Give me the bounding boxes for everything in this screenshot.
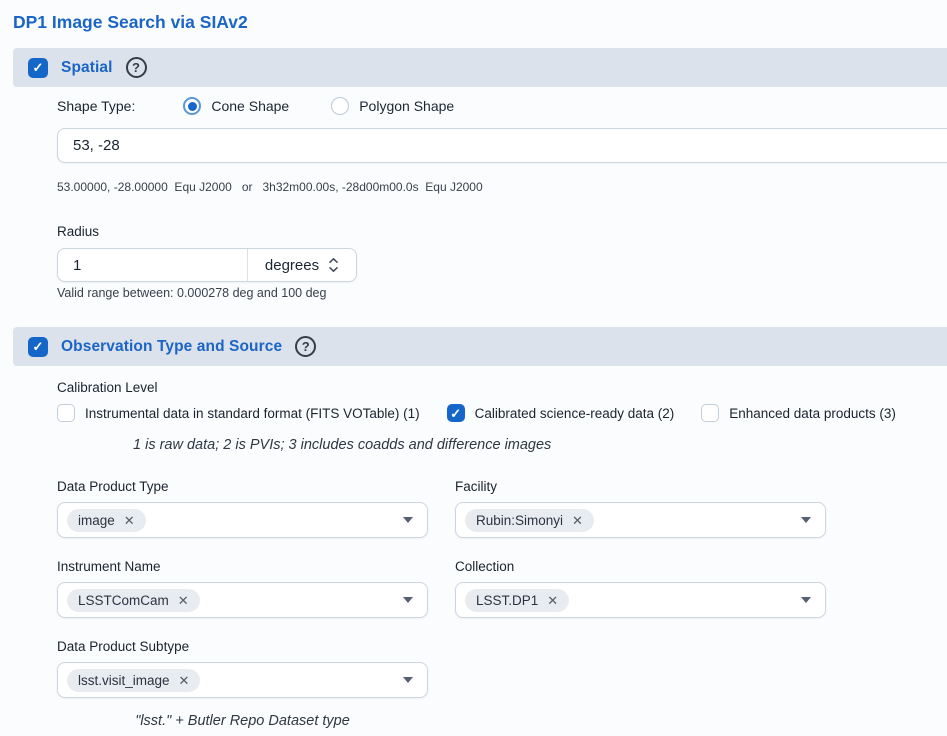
spatial-help-icon[interactable]: ? [126,57,147,78]
collection-label: Collection [455,559,826,574]
check-icon: ✓ [33,340,44,353]
radio-button-icon [183,97,201,115]
chip-label: LSSTComCam [78,593,169,608]
data-product-type-combobox[interactable]: image ✕ [57,502,428,538]
position-coordinates-input[interactable]: 53, -28 [57,128,947,163]
observation-help-icon[interactable]: ? [295,336,316,357]
checkbox-enhanced-products[interactable]: ✓ Enhanced data products (3) [701,404,896,422]
chip-remove-icon[interactable]: ✕ [178,594,189,607]
observation-fields-grid: Data Product Type image ✕ Facility Rubin… [57,479,947,698]
checkbox-icon: ✓ [701,404,719,422]
chevron-down-icon [403,597,413,603]
selected-value-chip: Rubin:Simonyi ✕ [465,509,594,532]
collection-combobox[interactable]: LSST.DP1 ✕ [455,582,826,618]
stepper-up-down-icon [328,256,339,274]
selected-value-chip: image ✕ [67,509,146,532]
radius-unit-select[interactable]: degrees [248,249,356,281]
calibration-level-label: Calibration Level [57,380,947,395]
selected-value-chip: lsst.visit_image ✕ [67,669,200,692]
spatial-enable-checkbox[interactable]: ✓ [28,58,48,78]
chip-remove-icon[interactable]: ✕ [179,674,190,687]
chip-remove-icon[interactable]: ✕ [572,514,583,527]
observation-section-header: ✓ Observation Type and Source ? [13,327,947,366]
radius-unit-value: degrees [265,257,319,274]
calibration-level-hint: 1 is raw data; 2 is PVIs; 3 includes coa… [133,437,947,453]
radio-cone-shape-label: Cone Shape [211,98,289,114]
checkbox-instrumental-data[interactable]: ✓ Instrumental data in standard format (… [57,404,420,422]
sia-search-form: DP1 Image Search via SIAv2 ✓ Spatial ? S… [0,0,947,736]
calibration-level-options: ✓ Instrumental data in standard format (… [57,404,947,422]
checkbox-instrumental-data-label: Instrumental data in standard format (FI… [85,406,420,421]
collection-field: Collection LSST.DP1 ✕ [455,559,826,618]
chevron-down-icon [403,677,413,683]
radio-button-icon [331,97,349,115]
radius-label: Radius [57,224,947,239]
data-product-subtype-combobox[interactable]: lsst.visit_image ✕ [57,662,428,698]
data-product-type-field: Data Product Type image ✕ [57,479,428,538]
shape-type-row: Shape Type: Cone Shape Polygon Shape [57,97,947,115]
chip-label: lsst.visit_image [78,673,170,688]
instrument-name-combobox[interactable]: LSSTComCam ✕ [57,582,428,618]
radio-cone-shape[interactable]: Cone Shape [183,97,289,115]
page-title: DP1 Image Search via SIAv2 [13,12,947,33]
check-icon: ✓ [33,61,44,74]
data-product-type-label: Data Product Type [57,479,428,494]
radius-value-input[interactable]: 1 [58,249,248,281]
grid-spacer [455,639,826,698]
checkbox-icon: ✓ [447,404,465,422]
selected-value-chip: LSSTComCam ✕ [67,589,200,612]
observation-section-title: Observation Type and Source [61,338,282,356]
chip-label: Rubin:Simonyi [476,513,563,528]
observation-enable-checkbox[interactable]: ✓ [28,337,48,357]
coordinates-hint: 53.00000, -28.00000 Equ J2000 or 3h32m00… [57,180,947,194]
facility-combobox[interactable]: Rubin:Simonyi ✕ [455,502,826,538]
shape-type-label: Shape Type: [57,98,135,114]
facility-label: Facility [455,479,826,494]
subtype-hint: "lsst." + Butler Repo Dataset type [57,713,428,729]
instrument-name-field: Instrument Name LSSTComCam ✕ [57,559,428,618]
checkbox-calibrated-data-label: Calibrated science-ready data (2) [475,406,675,421]
chevron-down-icon [801,517,811,523]
instrument-name-label: Instrument Name [57,559,428,574]
chevron-down-icon [403,517,413,523]
chip-remove-icon[interactable]: ✕ [547,594,558,607]
radio-polygon-shape[interactable]: Polygon Shape [331,97,454,115]
chip-remove-icon[interactable]: ✕ [124,514,135,527]
spatial-section-title: Spatial [61,59,113,77]
chip-label: image [78,513,115,528]
checkbox-enhanced-products-label: Enhanced data products (3) [729,406,896,421]
radius-valid-range-hint: Valid range between: 0.000278 deg and 10… [57,286,947,300]
data-product-subtype-field: Data Product Subtype lsst.visit_image ✕ [57,639,428,698]
selected-value-chip: LSST.DP1 ✕ [465,589,569,612]
chevron-down-icon [801,597,811,603]
checkbox-calibrated-data[interactable]: ✓ Calibrated science-ready data (2) [447,404,675,422]
spatial-section-header: ✓ Spatial ? [13,48,947,87]
data-product-subtype-label: Data Product Subtype [57,639,428,654]
facility-field: Facility Rubin:Simonyi ✕ [455,479,826,538]
radio-polygon-shape-label: Polygon Shape [359,98,454,114]
chip-label: LSST.DP1 [476,593,538,608]
checkbox-icon: ✓ [57,404,75,422]
radius-input-group: 1 degrees [57,248,357,282]
